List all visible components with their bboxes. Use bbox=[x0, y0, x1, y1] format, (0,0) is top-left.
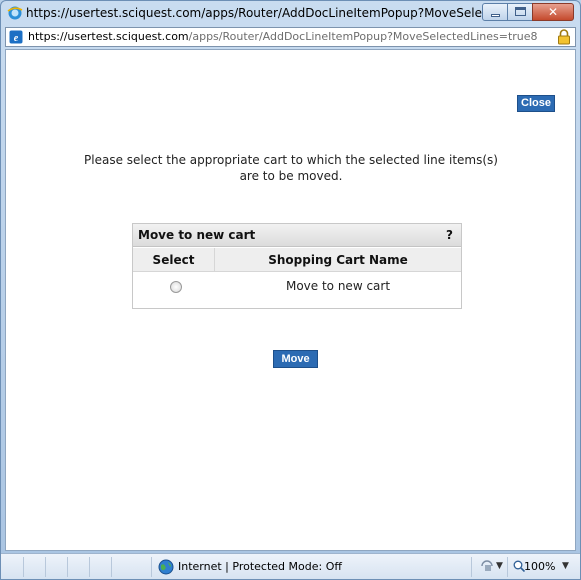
status-divider bbox=[89, 557, 90, 577]
page-content: Close Please select the appropriate cart… bbox=[5, 49, 576, 551]
status-divider bbox=[23, 557, 24, 577]
svg-text:e: e bbox=[14, 33, 19, 44]
cart-panel: Move to new cart ? Select Shopping Cart … bbox=[132, 223, 462, 309]
window-close-button[interactable]: ✕ bbox=[532, 3, 574, 21]
status-divider bbox=[67, 557, 68, 577]
maximize-button[interactable] bbox=[507, 3, 533, 21]
url-text: https://usertest.sciquest.com/apps/Route… bbox=[28, 30, 538, 43]
close-icon: ✕ bbox=[547, 5, 559, 19]
lock-icon[interactable] bbox=[557, 29, 571, 45]
panel-title: Move to new cart bbox=[138, 228, 256, 242]
status-divider bbox=[507, 557, 508, 577]
browser-window: https://usertest.sciquest.com/apps/Route… bbox=[0, 0, 581, 580]
zoom-dropdown-arrow-icon[interactable]: ▼ bbox=[562, 561, 569, 571]
minimize-icon bbox=[491, 14, 500, 17]
status-divider bbox=[45, 557, 46, 577]
status-divider bbox=[151, 557, 152, 577]
move-button[interactable]: Move bbox=[273, 350, 318, 368]
status-divider bbox=[111, 557, 112, 577]
table-row: Move to new cart bbox=[133, 273, 461, 301]
internet-explorer-icon bbox=[7, 6, 23, 20]
zoom-level[interactable]: 100% bbox=[524, 560, 555, 573]
cart-name-cell: Move to new cart bbox=[285, 279, 391, 293]
title-bar: https://usertest.sciquest.com/apps/Route… bbox=[1, 1, 580, 25]
status-divider bbox=[471, 557, 472, 577]
help-link[interactable]: ? bbox=[446, 228, 453, 242]
window-title: https://usertest.sciquest.com/apps/Route… bbox=[26, 6, 505, 20]
security-dropdown-arrow-icon[interactable]: ▼ bbox=[496, 561, 503, 571]
column-header-select: Select bbox=[133, 248, 215, 272]
minimize-button[interactable] bbox=[482, 3, 508, 21]
security-settings-icon[interactable] bbox=[480, 559, 494, 573]
address-bar[interactable]: e https://usertest.sciquest.com/apps/Rou… bbox=[5, 27, 576, 47]
status-bar: Internet | Protected Mode: Off ▼ 100% ▼ bbox=[1, 553, 580, 579]
column-header-cart-name: Shopping Cart Name bbox=[215, 248, 461, 272]
instruction-text: Please select the appropriate cart to wh… bbox=[84, 153, 498, 183]
url-path: /apps/Router/AddDocLineItemPopup?MoveSel… bbox=[188, 30, 538, 43]
window-controls: ✕ bbox=[482, 3, 574, 22]
maximize-icon bbox=[515, 7, 526, 16]
globe-icon bbox=[158, 559, 174, 575]
cart-radio-button[interactable] bbox=[170, 281, 182, 293]
close-button[interactable]: Close bbox=[517, 95, 555, 112]
panel-header: Move to new cart ? bbox=[133, 224, 461, 247]
page-icon: e bbox=[9, 30, 23, 44]
security-zone-text[interactable]: Internet | Protected Mode: Off bbox=[178, 560, 342, 573]
url-host: https://usertest.sciquest.com bbox=[28, 30, 189, 43]
